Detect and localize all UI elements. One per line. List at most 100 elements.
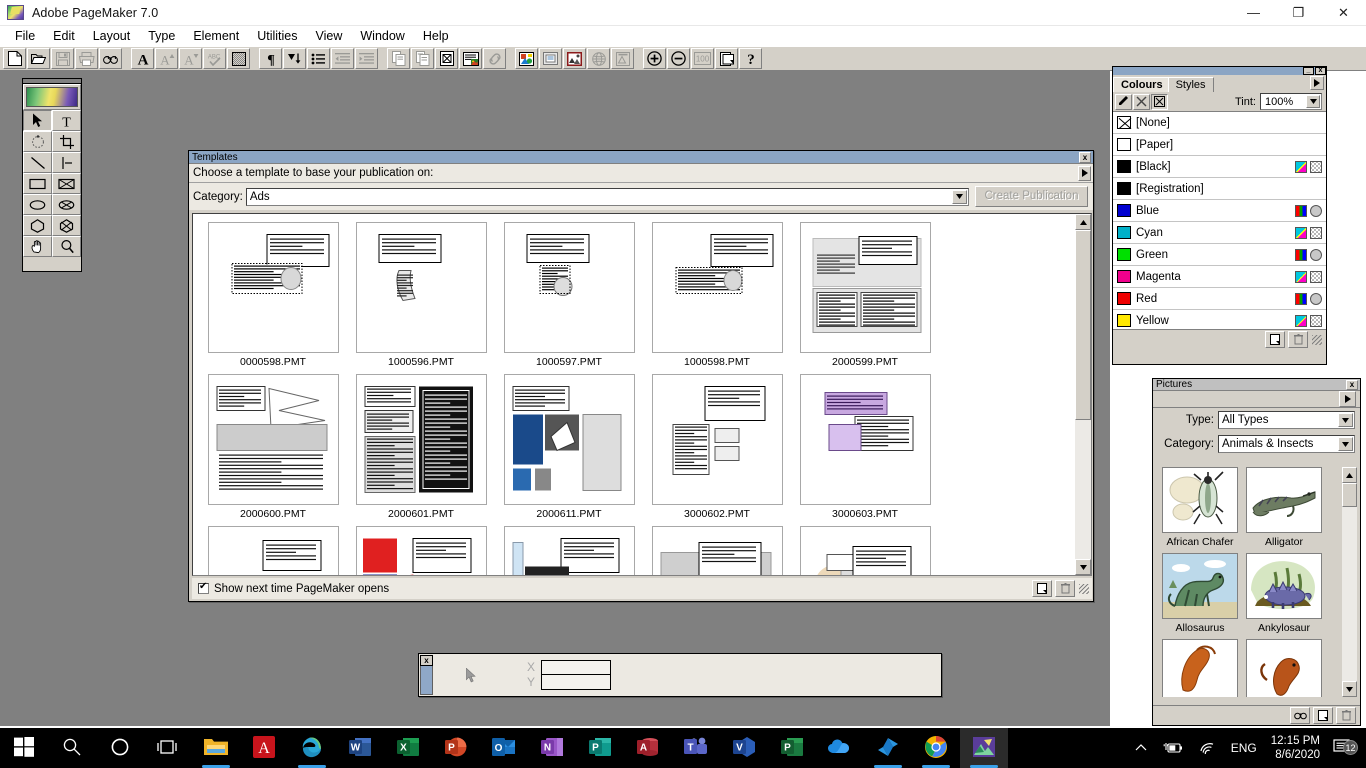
task-view-button[interactable] <box>144 728 192 768</box>
colours-resize-grip[interactable] <box>1312 335 1322 345</box>
notification-center-button[interactable]: 12 <box>1328 738 1362 759</box>
pictures-close-icon[interactable]: x <box>1346 380 1358 390</box>
chrome-button[interactable] <box>912 728 960 768</box>
scroll-up-button[interactable] <box>1075 214 1091 230</box>
control-palette[interactable]: x X Y <box>418 653 942 697</box>
file-explorer-button[interactable] <box>192 728 240 768</box>
template-cell[interactable]: 2000600.PMT <box>199 374 347 526</box>
control-palette-close-icon[interactable]: x <box>420 655 433 666</box>
template-cell[interactable] <box>347 526 495 576</box>
project-button[interactable]: P <box>768 728 816 768</box>
template-thumbnail[interactable] <box>356 222 487 353</box>
palette-tab-styles[interactable]: Styles <box>1168 77 1214 92</box>
templates-expand-button[interactable] <box>1078 166 1091 181</box>
show-next-time-checkbox[interactable] <box>198 583 209 594</box>
menu-file[interactable]: File <box>6 27 44 45</box>
access-button[interactable]: A <box>624 728 672 768</box>
polygon-tool[interactable] <box>23 215 52 236</box>
tint-select[interactable]: 100% <box>1260 93 1322 110</box>
zoom-in-button[interactable] <box>643 48 666 69</box>
text-wrap-button[interactable] <box>227 48 250 69</box>
template-cell[interactable] <box>495 526 643 576</box>
template-palette-button[interactable] <box>539 48 562 69</box>
menu-type[interactable]: Type <box>139 27 184 45</box>
excel-button[interactable]: X <box>384 728 432 768</box>
templates-close-icon[interactable]: x <box>1079 152 1091 163</box>
colour-row[interactable]: Red <box>1113 288 1326 310</box>
picture-cell[interactable] <box>1242 639 1326 697</box>
template-thumbnail[interactable] <box>356 526 487 576</box>
delete-template-button[interactable] <box>1055 580 1075 597</box>
colour-row[interactable]: Green <box>1113 244 1326 266</box>
close-button[interactable]: ✕ <box>1321 0 1366 26</box>
picture-thumbnail[interactable] <box>1246 639 1322 697</box>
publisher-button[interactable]: P <box>576 728 624 768</box>
image-frame-button[interactable] <box>563 48 586 69</box>
picture-thumbnail[interactable] <box>1246 553 1322 619</box>
template-thumbnail[interactable] <box>504 222 635 353</box>
picture-palette-button[interactable] <box>515 48 538 69</box>
template-cell[interactable]: 2000599.PMT <box>791 222 939 374</box>
search-button[interactable] <box>48 728 96 768</box>
pictures-thumbnail-area[interactable]: African ChaferAlligatorAllosaurusAnkylos… <box>1158 467 1357 697</box>
line-tool[interactable] <box>23 152 52 173</box>
start-button[interactable] <box>0 728 48 768</box>
crop-tool[interactable] <box>52 131 81 152</box>
template-cell[interactable] <box>199 526 347 576</box>
pictures-palette-titlebar[interactable]: Pictures x <box>1153 379 1360 391</box>
colours-palette[interactable]: _ x ColoursStyles Tint: 100% <box>1112 66 1327 365</box>
category-select[interactable]: Ads <box>246 188 969 206</box>
picture-cell[interactable]: Alligator <box>1242 467 1326 553</box>
menu-element[interactable]: Element <box>184 27 248 45</box>
colour-row[interactable]: Cyan <box>1113 222 1326 244</box>
search-pictures-button[interactable] <box>1290 707 1310 724</box>
colour-list[interactable]: [None][Paper][Black][Registration]BlueCy… <box>1113 112 1326 329</box>
ellipse-tool[interactable] <box>23 194 52 215</box>
ellipse-frame-tool[interactable] <box>52 194 81 215</box>
maximize-button[interactable]: ❐ <box>1276 0 1321 26</box>
polygon-frame-tool[interactable] <box>52 215 81 236</box>
story-editor-button[interactable] <box>459 48 482 69</box>
colour-row[interactable]: [None] <box>1113 112 1326 134</box>
pagemaker-toolbox[interactable]: T <box>22 78 82 272</box>
visio-button[interactable]: V <box>720 728 768 768</box>
template-thumbnail[interactable] <box>208 374 339 505</box>
template-cell[interactable]: 3000602.PMT <box>643 374 791 526</box>
place-button[interactable] <box>435 48 458 69</box>
resize-grip[interactable] <box>1079 584 1089 594</box>
y-input[interactable] <box>541 675 611 690</box>
templates-dialog-titlebar[interactable]: Templates x <box>189 151 1093 164</box>
battery-charging-icon[interactable] <box>1155 741 1191 755</box>
picture-cell[interactable]: Ankylosaur <box>1242 553 1326 639</box>
template-thumbnail[interactable] <box>800 374 931 505</box>
menu-window[interactable]: Window <box>351 27 413 45</box>
picture-cell[interactable]: Allosaurus <box>1158 553 1242 639</box>
rectangle-tool[interactable] <box>23 173 52 194</box>
template-thumbnail[interactable] <box>800 526 931 576</box>
templates-dialog[interactable]: Templates x Choose a template to base yo… <box>188 150 1094 602</box>
menu-help[interactable]: Help <box>414 27 458 45</box>
minimize-button[interactable]: — <box>1231 0 1276 26</box>
help-button[interactable]: ? <box>739 48 762 69</box>
colour-row[interactable]: [Registration] <box>1113 178 1326 200</box>
picture-thumbnail[interactable] <box>1162 467 1238 533</box>
pictures-delete-button[interactable] <box>1336 707 1356 724</box>
zoom-out-button[interactable] <box>667 48 690 69</box>
clock[interactable]: 12:15 PM 8/6/2020 <box>1265 734 1328 762</box>
rectangle-frame-tool[interactable] <box>52 173 81 194</box>
pictures-scroll-down-button[interactable] <box>1342 681 1357 697</box>
cortana-button[interactable] <box>96 728 144 768</box>
template-thumbnail[interactable] <box>652 374 783 505</box>
template-cell[interactable] <box>791 526 939 576</box>
onenote-button[interactable]: N <box>528 728 576 768</box>
template-thumbnail[interactable] <box>208 526 339 576</box>
colours-close-icon[interactable]: x <box>1315 67 1326 75</box>
open-document-button[interactable] <box>27 48 50 69</box>
templates-scrollbar[interactable] <box>1075 214 1091 575</box>
menu-utilities[interactable]: Utilities <box>248 27 306 45</box>
language-indicator[interactable]: ENG <box>1223 741 1265 755</box>
new-document-button[interactable] <box>3 48 26 69</box>
template-thumbnail[interactable] <box>800 222 931 353</box>
colour-row[interactable]: Magenta <box>1113 266 1326 288</box>
tool-logo[interactable] <box>23 84 81 110</box>
